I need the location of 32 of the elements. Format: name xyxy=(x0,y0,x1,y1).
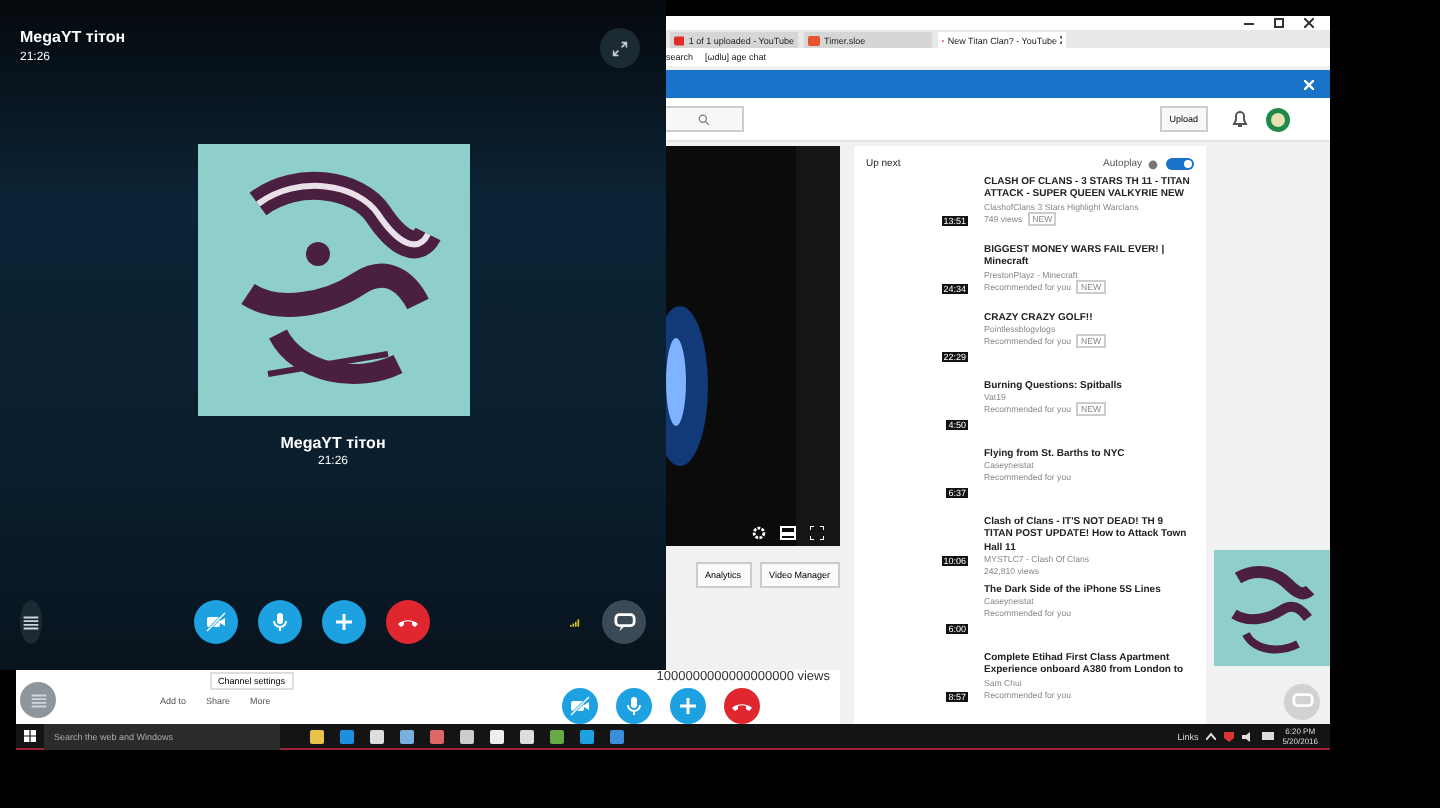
close-button[interactable] xyxy=(1304,18,1314,28)
maximize-button[interactable] xyxy=(1274,18,1284,28)
speaker-icon[interactable] xyxy=(1242,731,1255,741)
chat-bubble-icon xyxy=(1291,692,1313,712)
chat-button[interactable] xyxy=(602,600,646,644)
signal-icon xyxy=(570,613,580,631)
caret-icon[interactable] xyxy=(1206,732,1217,740)
call-contact-name: MegaYT тітон xyxy=(20,28,126,46)
video-button[interactable] xyxy=(194,600,238,644)
autoplay-toggle[interactable] xyxy=(1166,158,1194,170)
expand-button[interactable] xyxy=(600,28,640,68)
list-icon xyxy=(27,689,49,711)
list-icon xyxy=(20,611,42,633)
microphone-icon xyxy=(268,610,292,634)
shield-icon xyxy=(1224,731,1235,741)
info-icon xyxy=(1148,159,1158,169)
camera-off-icon xyxy=(568,694,592,718)
chat-bubble-icon xyxy=(613,612,635,632)
add-button[interactable] xyxy=(322,600,366,644)
plus-icon xyxy=(676,694,700,718)
expand-icon xyxy=(612,39,628,57)
search-icon xyxy=(698,113,710,125)
bell-icon[interactable] xyxy=(1232,110,1248,128)
start-button[interactable] xyxy=(24,730,36,742)
avatar-icon[interactable] xyxy=(1266,107,1290,131)
microphone-button[interactable] xyxy=(258,600,302,644)
minimize-button[interactable] xyxy=(1244,18,1254,28)
microphone-icon xyxy=(622,694,646,718)
plus-icon xyxy=(332,610,356,634)
camera-off-icon xyxy=(204,610,228,634)
participants-button[interactable] xyxy=(20,600,42,644)
end-call-button[interactable] xyxy=(386,600,430,644)
